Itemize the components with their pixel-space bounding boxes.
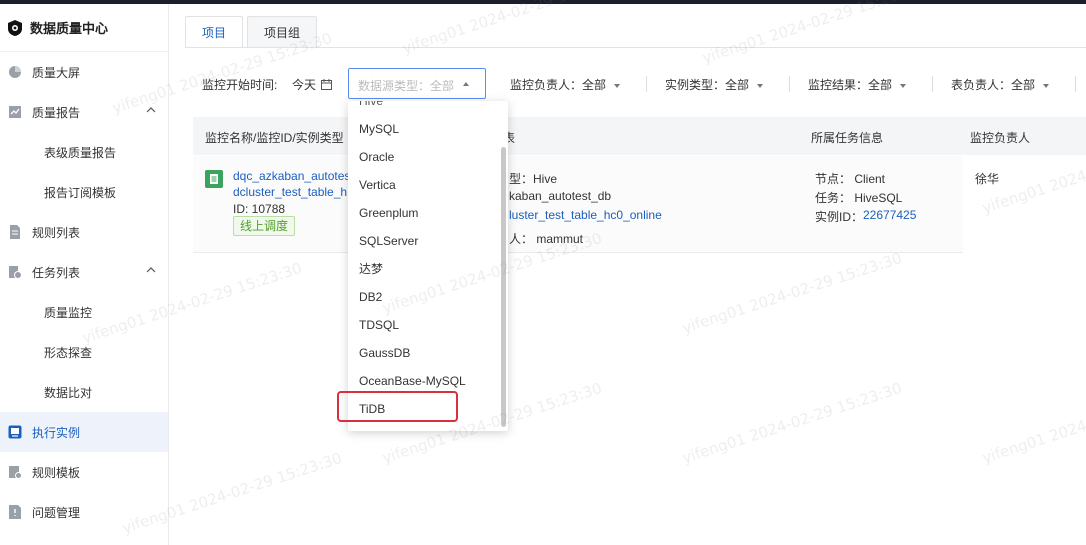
sidebar-header: 数据质量中心 [0, 4, 168, 52]
datasource-type-dropdown: Hive MySQL Oracle Vertica Greenplum SQLS… [348, 101, 508, 431]
sidebar-item-execution-instance[interactable]: 执行实例 [0, 412, 168, 452]
dropdown-option[interactable]: GaussDB [348, 339, 498, 367]
sidebar-item-rule-list[interactable]: 规则列表 [0, 212, 168, 252]
report-icon [9, 106, 21, 118]
monitor-name-link-line2[interactable]: dcluster_test_table_h [233, 185, 347, 199]
table-owner: 人： mammut [509, 232, 584, 246]
filter-separator [646, 76, 647, 92]
tab-bar: 项目 项目组 [185, 16, 321, 48]
task-type: 任务： HiveSQL [815, 191, 903, 205]
table-owner-filter-label: 表负责人：全部 [951, 78, 1036, 92]
caret-down-icon [900, 83, 907, 88]
sidebar-item-issue-management[interactable]: 问题管理 [0, 492, 168, 532]
dropdown-option[interactable]: Vertica [348, 171, 498, 199]
dropdown-scrollbar[interactable] [501, 147, 506, 427]
dropdown-option[interactable]: Greenplum [348, 199, 498, 227]
template-icon [9, 466, 22, 479]
instance-type-filter-label: 实例类型：全部 [665, 78, 750, 92]
sidebar-subitem-profiling[interactable]: 形态探查 [0, 332, 168, 372]
sidebar-item-label: 规则列表 [32, 225, 81, 240]
filter-separator [1075, 76, 1076, 92]
table-name-link[interactable]: luster_test_table_hc0_online [509, 208, 662, 222]
caret-down-icon [614, 83, 621, 88]
dropdown-option[interactable]: SQLServer [348, 227, 498, 255]
sidebar-item-quality-report[interactable]: 质量报告 [0, 92, 168, 132]
sidebar-item-label: 任务列表 [32, 265, 81, 280]
dropdown-option[interactable]: MySQL [348, 115, 498, 143]
shield-logo-icon [8, 19, 22, 36]
sidebar-item-rule-template[interactable]: 规则模板 [0, 452, 168, 492]
issue-icon [9, 505, 21, 519]
dropdown-option[interactable]: DB2 [348, 283, 498, 311]
instance-id-label: 实例ID： [815, 210, 864, 224]
sidebar-item-label: 执行实例 [32, 425, 81, 440]
monitor-icon [8, 425, 22, 439]
monitor-result-filter[interactable]: 监控结果：全部 [808, 76, 907, 93]
datasource-type-placeholder: 数据源类型：全部 [358, 79, 455, 93]
caret-up-icon [463, 82, 469, 86]
table-type: 型：Hive [509, 172, 558, 186]
status-badge: 线上调度 [233, 216, 296, 236]
pie-chart-icon [9, 66, 21, 78]
caret-down-icon [1043, 83, 1050, 88]
instance-id-link[interactable]: 22677425 [863, 208, 916, 222]
sidebar-item-task-list[interactable]: 任务列表 [0, 252, 168, 292]
monitor-id: ID: 10788 [233, 202, 286, 216]
datasource-type-select[interactable]: 数据源类型：全部 [348, 68, 486, 99]
tabs-divider [185, 47, 1086, 48]
column-header-monitor-owner: 监控负责人 [970, 131, 1031, 145]
app-title: 数据质量中心 [30, 21, 109, 36]
monitor-result-filter-label: 监控结果：全部 [808, 78, 893, 92]
sidebar-item-label: 问题管理 [32, 505, 81, 520]
tab-project[interactable]: 项目 [185, 16, 244, 48]
calendar-icon [321, 79, 333, 90]
sidebar-item-label: 规则模板 [32, 465, 81, 480]
dropdown-option[interactable]: OceanBase-MySQL [348, 367, 498, 395]
start-time-label: 监控开始时间: [202, 78, 278, 92]
monitor-owner-name: 徐华 [975, 172, 1000, 186]
table-header: 监控名称/监控ID/实例类型 表 所属任务信息 监控负责人 [193, 117, 1086, 155]
filter-bar: 监控开始时间: 今天 数据源类型：全部 监控负责人：全部 实例类型：全部 监控结… [170, 68, 1086, 100]
document-icon [10, 225, 20, 239]
sidebar-subitem-data-comparison[interactable]: 数据比对 [0, 372, 168, 412]
monitor-name-link[interactable]: dqc_azkaban_autotes [233, 169, 350, 183]
column-header-monitor-name: 监控名称/监控ID/实例类型 [205, 131, 344, 145]
table-database: kaban_autotest_db [509, 189, 612, 203]
chevron-up-icon [146, 107, 156, 113]
task-node: 节点： Client [815, 172, 886, 186]
sidebar-subitem-table-quality-report[interactable]: 表级质量报告 [0, 132, 168, 172]
tab-project-group[interactable]: 项目组 [247, 16, 318, 48]
sidebar-item-label: 质量报告 [32, 105, 81, 120]
dropdown-option[interactable]: TDSQL [348, 311, 498, 339]
column-header-task-info: 所属任务信息 [811, 131, 884, 145]
start-time-value: 今天 [292, 78, 317, 92]
monitor-owner-filter-label: 监控负责人：全部 [510, 78, 607, 92]
dropdown-option[interactable]: Oracle [348, 143, 498, 171]
dropdown-option-partial[interactable]: Hive [348, 101, 498, 115]
task-gear-icon [9, 266, 22, 279]
table-row: dqc_azkaban_autotes dcluster_test_table_… [193, 156, 1086, 253]
caret-down-icon [757, 83, 764, 88]
table-owner-filter[interactable]: 表负责人：全部 [951, 76, 1050, 93]
monitor-owner-filter[interactable]: 监控负责人：全部 [510, 76, 621, 93]
table-type-icon [205, 170, 223, 188]
sidebar: 数据质量中心 质量大屏 质量报告 表级质量报告 报告订阅模板 规则列表 任务列表… [0, 4, 169, 545]
main-content: 项目 项目组 监控开始时间: 今天 数据源类型：全部 监控负责人：全部 实例类型… [170, 4, 1086, 545]
sidebar-subitem-report-subscription-template[interactable]: 报告订阅模板 [0, 172, 168, 212]
filter-separator [932, 76, 933, 92]
sidebar-item-label: 质量大屏 [32, 65, 81, 80]
instance-type-filter[interactable]: 实例类型：全部 [665, 76, 764, 93]
dropdown-option-tidb[interactable]: TiDB [348, 395, 498, 423]
filter-separator [789, 76, 790, 92]
start-time-picker[interactable]: 今天 [292, 76, 333, 93]
sidebar-item-quality-screen[interactable]: 质量大屏 [0, 52, 168, 92]
chevron-up-icon [146, 267, 156, 273]
dropdown-option[interactable]: 达梦 [348, 255, 498, 283]
sidebar-subitem-quality-monitoring[interactable]: 质量监控 [0, 292, 168, 332]
